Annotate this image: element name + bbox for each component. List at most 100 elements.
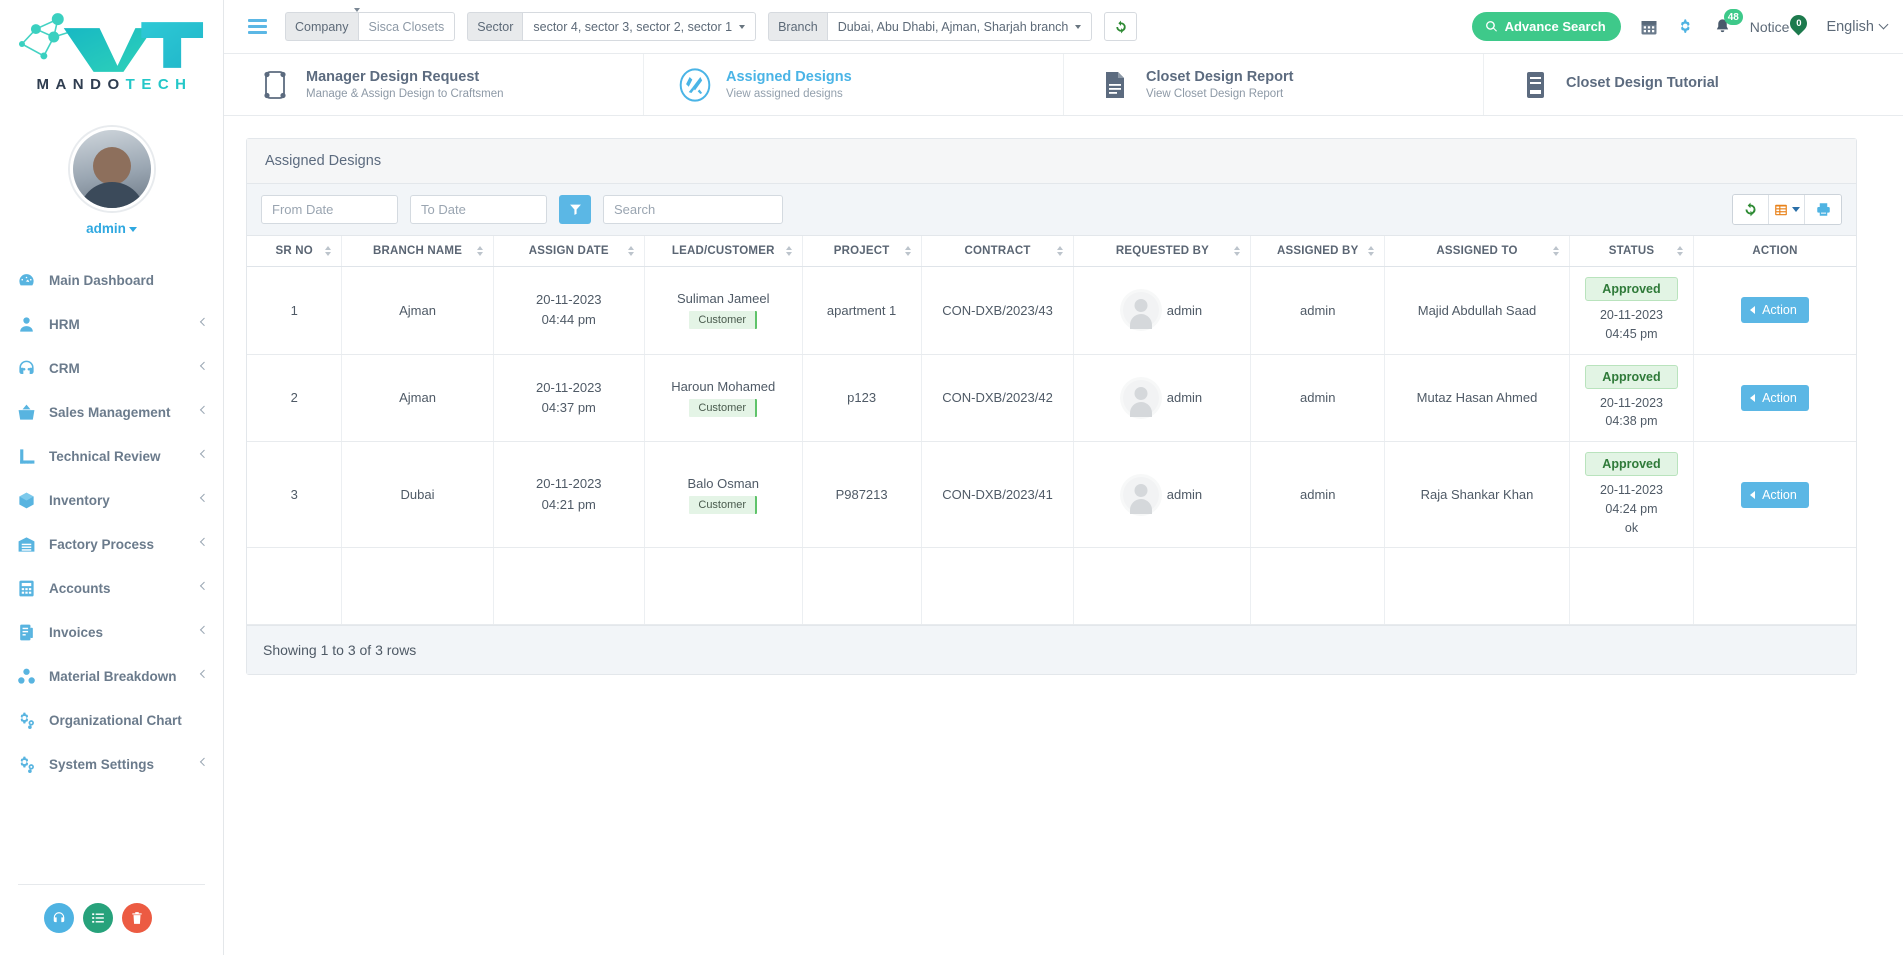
basket-icon (16, 402, 37, 423)
sidebar-item-label: Inventory (49, 492, 110, 508)
sector-value[interactable]: sector 4, sector 3, sector 2, sector 1 (522, 12, 757, 41)
to-date-input[interactable]: To Date (410, 195, 547, 224)
branch-value[interactable]: Dubai, Abu Dhabi, Ajman, Sharjah branch (826, 12, 1093, 41)
tab-assigned-designs[interactable]: Assigned Designs View assigned designs (644, 54, 1064, 115)
notice-button[interactable]: Notice 0 (1750, 10, 1811, 36)
sort-icon[interactable] (1676, 246, 1683, 256)
search-input[interactable]: Search (603, 195, 783, 224)
action-button[interactable]: Action (1741, 384, 1809, 411)
sort-icon[interactable] (1368, 246, 1374, 256)
cogs-icon (16, 710, 37, 731)
columns-toggle-button[interactable] (1769, 195, 1805, 224)
sidebar-item-material-breakdown[interactable]: Material Breakdown (0, 654, 223, 698)
gear-icon (1680, 18, 1690, 33)
column-header-assigned-to[interactable]: ASSIGNED TO (1384, 236, 1571, 267)
cell-project: p123 (802, 354, 922, 442)
user-icon (16, 314, 37, 335)
sidebar-item-factory-process[interactable]: Factory Process (0, 522, 223, 566)
from-date-input[interactable]: From Date (261, 195, 398, 224)
table-row[interactable]: 3 Dubai 20-11-2023 04:21 pm Balo Osman C… (247, 441, 1856, 549)
table-row[interactable]: 1 Ajman 20-11-2023 04:44 pm Suliman Jame… (247, 266, 1856, 355)
tab-closet-design-tutorial[interactable]: Closet Design Tutorial (1484, 54, 1903, 115)
sidebar-item-main-dashboard[interactable]: Main Dashboard (0, 258, 223, 302)
column-header-lead-customer[interactable]: LEAD/CUSTOMER (644, 236, 803, 267)
sort-icon[interactable] (1057, 246, 1064, 256)
cell-contract: CON-DXB/2023/42 (921, 354, 1075, 442)
sidebar-item-sales-management[interactable]: Sales Management (0, 390, 223, 434)
column-header-contract[interactable]: CONTRACT (921, 236, 1075, 267)
language-selector[interactable]: English (1826, 19, 1889, 35)
table-spacer-row (247, 547, 1856, 626)
cell-project: P987213 (802, 441, 922, 549)
column-header-status[interactable]: STATUS (1569, 236, 1694, 267)
company-value[interactable]: Sisca Closets (357, 12, 456, 41)
logo-mark-icon (14, 10, 209, 72)
sidebar-item-label: Factory Process (49, 536, 155, 552)
assign-time: 04:37 pm (541, 399, 596, 415)
column-header-branch-name[interactable]: BRANCH NAME (341, 236, 494, 267)
sort-icon[interactable] (904, 246, 911, 256)
column-header-requested-by[interactable]: REQUESTED BY (1073, 236, 1252, 267)
cell-assign-date: 20-11-2023 04:37 pm (493, 354, 645, 442)
tab-manager-design-request[interactable]: Manager Design Request Manage & Assign D… (224, 54, 644, 115)
design-frame-icon (258, 68, 292, 102)
action-button[interactable]: Action (1741, 481, 1809, 508)
sort-icon[interactable] (325, 246, 332, 256)
sidebar-item-organizational-chart[interactable]: Organizational Chart (0, 698, 223, 742)
sector-selector[interactable]: Sector sector 4, sector 3, sector 2, sec… (467, 12, 757, 41)
branch-selector[interactable]: Branch Dubai, Abu Dhabi, Ajman, Sharjah … (768, 12, 1093, 41)
avatar[interactable] (69, 127, 154, 211)
table-refresh-button[interactable] (1733, 195, 1769, 224)
cell-assigned-to: Raja Shankar Khan (1384, 441, 1571, 549)
column-header-assigned-by[interactable]: ASSIGNED BY (1250, 236, 1385, 267)
action-button[interactable]: Action (1741, 297, 1809, 324)
sort-icon[interactable] (627, 246, 634, 256)
notifications-button[interactable]: 48 (1714, 9, 1743, 36)
sort-icon[interactable] (1234, 246, 1241, 256)
sidebar-item-invoices[interactable]: Invoices (0, 610, 223, 654)
chevron-left-icon (199, 757, 209, 767)
cogs-icon (16, 754, 37, 775)
cell-action: Action (1693, 354, 1856, 442)
sort-icon[interactable] (785, 246, 792, 256)
sidebar-item-accounts[interactable]: Accounts (0, 566, 223, 610)
profile-menu-toggle[interactable]: admin (0, 221, 223, 236)
cell-status: Approved 20-11-2023 04:45 pm (1569, 266, 1694, 355)
topbar-refresh-button[interactable] (1104, 12, 1138, 41)
support-fab-button[interactable] (44, 903, 74, 933)
calendar-button[interactable] (1640, 18, 1658, 36)
sort-icon[interactable] (1553, 246, 1560, 256)
lead-name: Balo Osman (687, 475, 759, 491)
cell-sr-no: 1 (247, 266, 343, 355)
assign-time: 04:21 pm (541, 496, 596, 512)
trash-fab-button[interactable] (122, 903, 152, 933)
tasks-fab-button[interactable] (83, 903, 113, 933)
filter-button[interactable] (559, 195, 591, 224)
sidebar-item-inventory[interactable]: Inventory (0, 478, 223, 522)
sidebar-item-system-settings[interactable]: System Settings (0, 742, 223, 786)
cell-sr-no: 3 (247, 441, 343, 549)
column-header-sr-no[interactable]: SR NO (247, 236, 343, 267)
column-header-project[interactable]: PROJECT (802, 236, 922, 267)
sidebar-item-technical-review[interactable]: Technical Review (0, 434, 223, 478)
print-button[interactable] (1805, 195, 1841, 224)
cell-status: Approved 20-11-2023 04:24 pm ok (1569, 441, 1694, 549)
calendar-icon (1641, 20, 1657, 34)
chevron-left-icon (199, 361, 209, 371)
tab-closet-design-report[interactable]: Closet Design Report View Closet Design … (1064, 54, 1484, 115)
settings-button[interactable] (1677, 18, 1695, 36)
sidebar-toggle-button[interactable] (242, 15, 273, 38)
sidebar-item-crm[interactable]: CRM (0, 346, 223, 390)
column-header-assign-date[interactable]: ASSIGN DATE (493, 236, 645, 267)
cell-branch-name: Ajman (341, 354, 494, 442)
sidebar-item-hrm[interactable]: HRM (0, 302, 223, 346)
sidebar-item-label: Material Breakdown (49, 668, 177, 684)
chevron-down-icon (1075, 24, 1082, 29)
advance-search-button[interactable]: Advance Search (1471, 12, 1621, 41)
table-row[interactable]: 2 Ajman 20-11-2023 04:37 pm Haroun Moham… (247, 354, 1856, 442)
advance-search-label: Advance Search (1504, 19, 1606, 34)
chevron-left-icon (199, 625, 209, 635)
company-selector[interactable]: Company Sisca Closets (285, 8, 456, 41)
sort-icon[interactable] (476, 246, 483, 256)
brand-logo[interactable]: MANDOTECH (0, 0, 223, 105)
